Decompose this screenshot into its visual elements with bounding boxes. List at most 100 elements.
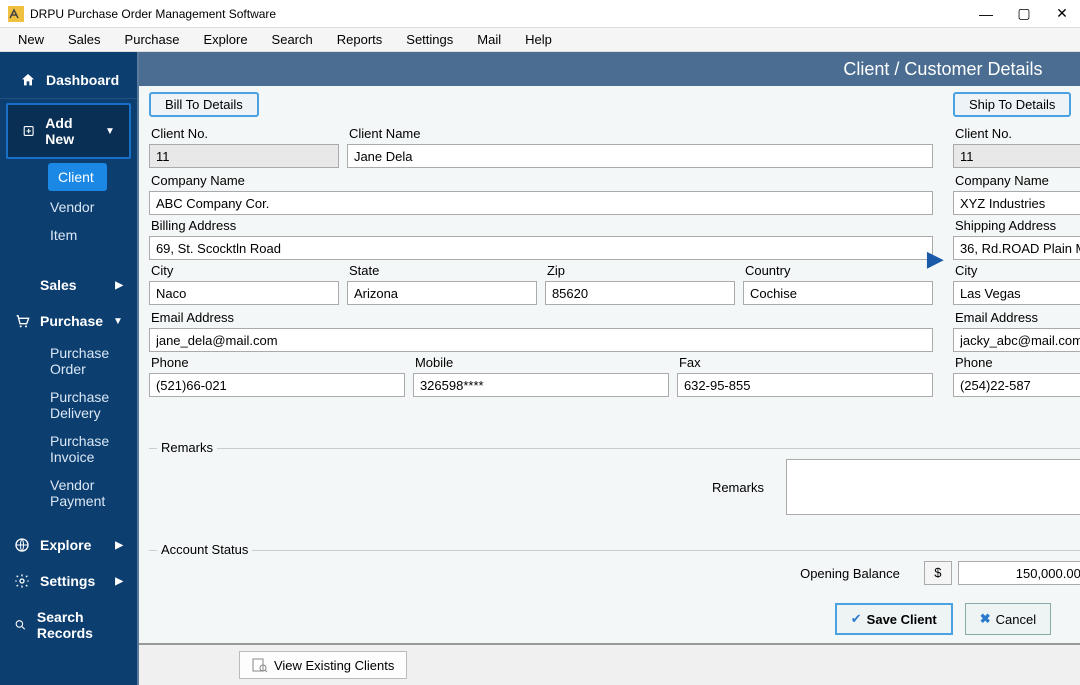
balance-input[interactable] bbox=[958, 561, 1080, 585]
view-existing-button[interactable]: View Existing Clients bbox=[239, 651, 407, 679]
menu-search[interactable]: Search bbox=[262, 30, 323, 49]
copy-arrow-icon[interactable]: ▶ bbox=[927, 246, 944, 272]
menu-sales[interactable]: Sales bbox=[58, 30, 111, 49]
bill-no-input bbox=[149, 144, 339, 168]
bill-name-input[interactable] bbox=[347, 144, 933, 168]
remarks-label: Remarks bbox=[710, 477, 766, 498]
remarks-textarea[interactable] bbox=[786, 459, 1080, 515]
ship-email-input[interactable] bbox=[953, 328, 1080, 352]
add-icon bbox=[22, 123, 35, 139]
menu-mail[interactable]: Mail bbox=[467, 30, 511, 49]
sidebar-dashboard-label: Dashboard bbox=[46, 72, 119, 88]
sidebar-purchase-label: Purchase bbox=[40, 313, 103, 329]
chevron-right-icon: ▶ bbox=[115, 540, 123, 551]
menu-help[interactable]: Help bbox=[515, 30, 562, 49]
app-title: DRPU Purchase Order Management Software bbox=[30, 7, 976, 21]
bill-country-label: Country bbox=[743, 260, 933, 281]
save-client-label: Save Client bbox=[867, 612, 937, 627]
bill-city-input[interactable] bbox=[149, 281, 339, 305]
menu-new[interactable]: New bbox=[8, 30, 54, 49]
sidebar-sub-vendor[interactable]: Vendor bbox=[0, 193, 137, 221]
menu-purchase[interactable]: Purchase bbox=[115, 30, 190, 49]
ship-addr-label: Shipping Address bbox=[953, 215, 1080, 236]
bill-to-column: Bill To Details Client No. Client Name C… bbox=[149, 92, 933, 417]
bill-no-label: Client No. bbox=[149, 123, 339, 144]
ship-city-input[interactable] bbox=[953, 281, 1080, 305]
app-icon bbox=[8, 6, 24, 22]
save-client-button[interactable]: ✔ Save Client bbox=[835, 603, 953, 635]
bill-email-input[interactable] bbox=[149, 328, 933, 352]
bill-fax-input[interactable] bbox=[677, 373, 933, 397]
bill-zip-label: Zip bbox=[545, 260, 735, 281]
sidebar-addnew[interactable]: Add New ▼ bbox=[6, 103, 131, 159]
bill-company-input[interactable] bbox=[149, 191, 933, 215]
menu-reports[interactable]: Reports bbox=[327, 30, 393, 49]
sidebar-sub-vp[interactable]: Vendor Payment bbox=[0, 471, 137, 515]
chevron-down-icon: ▼ bbox=[113, 316, 123, 327]
sidebar-addnew-label: Add New bbox=[45, 115, 95, 147]
gear-icon bbox=[14, 573, 30, 589]
sidebar-search[interactable]: Search Records bbox=[0, 599, 137, 651]
bill-phone-label: Phone bbox=[149, 352, 405, 373]
globe-icon bbox=[14, 537, 30, 553]
ship-to-column: Ship To Details Client No. Client Name C… bbox=[953, 92, 1080, 417]
maximize-button[interactable]: ▢ bbox=[1014, 4, 1034, 24]
sidebar-sub-pi[interactable]: Purchase Invoice bbox=[0, 427, 137, 471]
ship-city-label: City bbox=[953, 260, 1080, 281]
sidebar-sub-po[interactable]: Purchase Order bbox=[0, 339, 137, 383]
sidebar-settings[interactable]: Settings ▶ bbox=[0, 563, 137, 599]
sidebar-sub-item[interactable]: Item bbox=[0, 221, 137, 249]
bill-mobile-label: Mobile bbox=[413, 352, 669, 373]
bottom-bar: View Existing Clients Quick-Billing.com … bbox=[139, 643, 1080, 685]
menu-explore[interactable]: Explore bbox=[193, 30, 257, 49]
bill-company-label: Company Name bbox=[149, 170, 933, 191]
bill-addr-label: Billing Address bbox=[149, 215, 933, 236]
close-window-button[interactable]: ✕ bbox=[1052, 4, 1072, 24]
page-title: Client / Customer Details bbox=[843, 59, 1042, 80]
cart-icon bbox=[14, 313, 30, 329]
bill-state-input[interactable] bbox=[347, 281, 537, 305]
sidebar: Dashboard Add New ▼ Client Vendor Item S… bbox=[0, 52, 137, 685]
list-icon bbox=[252, 657, 268, 673]
ship-addr-input[interactable] bbox=[953, 236, 1080, 260]
menu-settings[interactable]: Settings bbox=[396, 30, 463, 49]
cancel-button[interactable]: ✖ Cancel bbox=[965, 603, 1051, 635]
ship-phone-input[interactable] bbox=[953, 373, 1080, 397]
sidebar-sales[interactable]: Sales ▶ bbox=[0, 267, 137, 303]
bill-country-input[interactable] bbox=[743, 281, 933, 305]
bill-phone-input[interactable] bbox=[149, 373, 405, 397]
menubar: New Sales Purchase Explore Search Report… bbox=[0, 28, 1080, 52]
chart-icon bbox=[14, 277, 30, 293]
balance-label: Opening Balance bbox=[798, 563, 902, 584]
ship-phone-label: Phone bbox=[953, 352, 1080, 373]
sidebar-purchase[interactable]: Purchase ▼ bbox=[0, 303, 137, 339]
ship-section-title: Ship To Details bbox=[953, 92, 1071, 117]
account-section-label: Account Status bbox=[157, 540, 252, 559]
sidebar-dashboard[interactable]: Dashboard bbox=[0, 62, 137, 99]
sidebar-sub-pd[interactable]: Purchase Delivery bbox=[0, 383, 137, 427]
ship-no-label: Client No. bbox=[953, 123, 1080, 144]
sidebar-explore[interactable]: Explore ▶ bbox=[0, 527, 137, 563]
sidebar-sales-label: Sales bbox=[40, 277, 77, 293]
ship-email-label: Email Address bbox=[953, 307, 1080, 328]
bill-mobile-input[interactable] bbox=[413, 373, 669, 397]
bill-section-title: Bill To Details bbox=[149, 92, 259, 117]
ship-company-input[interactable] bbox=[953, 191, 1080, 215]
content-area: Client / Customer Details Close ▶ Bill T… bbox=[137, 52, 1080, 685]
ship-no-input bbox=[953, 144, 1080, 168]
sidebar-explore-label: Explore bbox=[40, 537, 91, 553]
sidebar-search-label: Search Records bbox=[37, 609, 123, 641]
minimize-button[interactable]: — bbox=[976, 4, 996, 24]
view-existing-label: View Existing Clients bbox=[274, 658, 394, 673]
sidebar-settings-label: Settings bbox=[40, 573, 95, 589]
sidebar-sub-client[interactable]: Client bbox=[48, 163, 107, 191]
check-icon: ✔ bbox=[851, 611, 862, 627]
bill-addr-input[interactable] bbox=[149, 236, 933, 260]
search-icon bbox=[14, 617, 27, 633]
cancel-label: Cancel bbox=[996, 612, 1036, 627]
bill-state-label: State bbox=[347, 260, 537, 281]
currency-symbol: $ bbox=[924, 561, 952, 585]
chevron-right-icon: ▶ bbox=[115, 576, 123, 587]
bill-email-label: Email Address bbox=[149, 307, 933, 328]
bill-zip-input[interactable] bbox=[545, 281, 735, 305]
